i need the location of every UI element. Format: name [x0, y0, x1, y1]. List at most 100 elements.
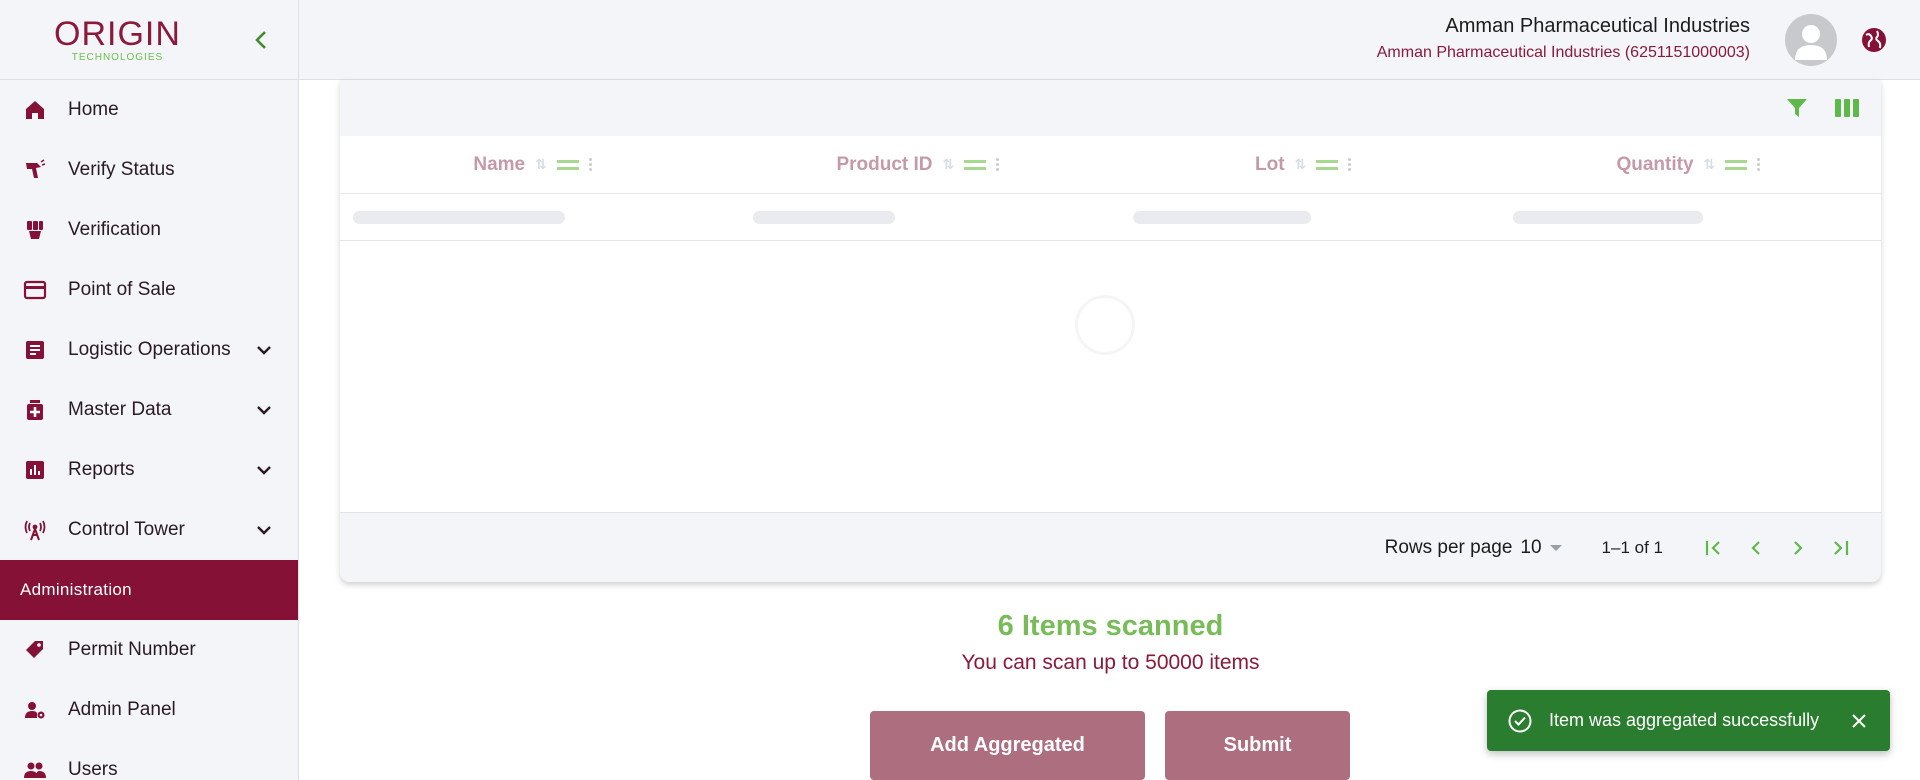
scanned-items-table: Name ⇅ Product ID ⇅ Lot ⇅ Quantity ⇅ Row…: [340, 80, 1881, 582]
avatar[interactable]: [1785, 14, 1837, 66]
sidebar-item-label: Reports: [68, 459, 135, 480]
column-title: Lot: [1254, 153, 1285, 175]
rows-per-page-label: Rows per page: [1384, 536, 1513, 558]
sidebar-item-label: Verify Status: [68, 159, 175, 180]
table-pagination: Rows per page 10 1–1 of 1: [340, 512, 1881, 582]
first-page-button[interactable]: [1693, 527, 1735, 569]
scan-limit-note: You can scan up to 50000 items: [961, 651, 1260, 674]
sidebar-item-label: Users: [68, 759, 118, 780]
next-page-button[interactable]: [1777, 527, 1819, 569]
rows-per-page-select[interactable]: 10: [1520, 536, 1562, 559]
sidebar-item-home[interactable]: Home: [0, 80, 298, 140]
sidebar-item-verify-status[interactable]: Verify Status: [0, 140, 298, 200]
sidebar-section-administration[interactable]: Administration: [0, 560, 298, 620]
drag-handle-icon[interactable]: [1725, 159, 1748, 170]
sort-icon[interactable]: ⇅: [1295, 156, 1307, 173]
verification-icon: [20, 215, 50, 245]
column-title: Name: [473, 153, 526, 175]
sort-icon[interactable]: ⇅: [1704, 156, 1716, 173]
chevron-down-icon[interactable]: [254, 520, 274, 540]
sidebar: ORIGIN TECHNOLOGIES Home Verify Status V…: [0, 0, 299, 780]
sidebar-item-master-data[interactable]: Master Data: [0, 380, 298, 440]
sidebar-item-users[interactable]: Users: [0, 740, 298, 780]
column-header-product-id[interactable]: Product ID ⇅: [725, 136, 1110, 193]
sort-icon[interactable]: ⇅: [943, 156, 955, 173]
chevron-down-icon[interactable]: [254, 460, 274, 480]
drag-handle-icon[interactable]: [964, 159, 987, 170]
sidebar-nav: Home Verify Status Verification Point of…: [0, 80, 298, 780]
column-header-lot[interactable]: Lot ⇅: [1111, 136, 1496, 193]
sidebar-item-logistic-operations[interactable]: Logistic Operations: [0, 320, 298, 380]
filter-button[interactable]: [1781, 92, 1813, 124]
sidebar-item-label: Verification: [68, 219, 161, 240]
rows-per-page-value: 10: [1520, 536, 1542, 558]
sidebar-item-control-tower[interactable]: Control Tower: [0, 500, 298, 560]
skeleton-cell: [753, 211, 895, 224]
skeleton-cell: [1133, 211, 1311, 224]
medical-box-icon: [20, 395, 50, 425]
sidebar-item-label: Permit Number: [68, 639, 196, 660]
column-menu-icon[interactable]: [996, 158, 1000, 171]
view-columns-icon: [1835, 99, 1859, 117]
chevron-left-icon: [1751, 540, 1760, 555]
chevron-right-icon: [1794, 540, 1803, 555]
drag-handle-icon[interactable]: [1316, 159, 1339, 170]
sidebar-section-label: Administration: [20, 580, 132, 599]
columns-button[interactable]: [1831, 92, 1863, 124]
last-page-button[interactable]: [1819, 527, 1861, 569]
chevron-down-icon[interactable]: [254, 400, 274, 420]
sidebar-item-admin-panel[interactable]: Admin Panel: [0, 680, 298, 740]
sidebar-item-verification[interactable]: Verification: [0, 200, 298, 260]
column-menu-icon[interactable]: [588, 158, 592, 171]
sort-icon[interactable]: ⇅: [535, 156, 547, 173]
loading-spinner: [1075, 295, 1135, 355]
pagination-range: 1–1 of 1: [1601, 537, 1663, 557]
sidebar-item-point-of-sale[interactable]: Point of Sale: [0, 260, 298, 320]
top-header: Amman Pharmaceutical Industries Amman Ph…: [299, 0, 1920, 80]
user-icon: [1795, 25, 1827, 60]
skeleton-cell: [353, 211, 565, 224]
user-organization: Amman Pharmaceutical Industries (6251151…: [1376, 44, 1750, 61]
document-icon: [20, 335, 50, 365]
previous-page-button[interactable]: [1735, 527, 1777, 569]
table-row-loading: [340, 194, 1881, 241]
sidebar-item-label: Home: [68, 99, 119, 120]
close-toast-button[interactable]: [1848, 710, 1870, 732]
success-toast: Item was aggregated successfully: [1487, 690, 1890, 751]
bar-chart-icon: [20, 455, 50, 485]
skeleton-cell: [1513, 211, 1703, 224]
logo-subtext: TECHNOLOGIES: [71, 51, 164, 63]
sidebar-item-label: Point of Sale: [68, 279, 176, 300]
sidebar-item-label: Control Tower: [68, 519, 185, 540]
user-info: Amman Pharmaceutical Industries Amman Ph…: [1377, 15, 1750, 62]
scan-gun-icon: [20, 155, 50, 185]
chevron-down-icon[interactable]: [254, 340, 274, 360]
items-scanned-count: 6 Items scanned: [997, 610, 1224, 642]
antenna-icon: [20, 515, 50, 545]
credit-card-icon: [20, 275, 50, 305]
column-title: Product ID: [836, 153, 933, 175]
dropdown-caret-icon: [1549, 544, 1562, 551]
column-header-quantity[interactable]: Quantity ⇅: [1496, 136, 1881, 193]
collapse-sidebar-icon[interactable]: [254, 30, 268, 50]
column-header-name[interactable]: Name ⇅: [340, 136, 725, 193]
add-aggregated-button[interactable]: Add Aggregated: [870, 711, 1145, 780]
sidebar-item-permit-number[interactable]: Permit Number: [0, 620, 298, 680]
submit-button[interactable]: Submit: [1165, 711, 1350, 780]
logo-text: ORIGIN: [54, 14, 181, 53]
column-menu-icon[interactable]: [1348, 158, 1352, 171]
drag-handle-icon[interactable]: [556, 159, 579, 170]
column-title: Quantity: [1616, 153, 1694, 175]
close-icon: [1852, 713, 1866, 728]
globe-icon[interactable]: [1860, 26, 1888, 54]
sidebar-item-label: Admin Panel: [68, 699, 176, 720]
rows-per-page: Rows per page 10: [1385, 537, 1562, 559]
table-toolbar: [340, 80, 1881, 136]
sidebar-item-reports[interactable]: Reports: [0, 440, 298, 500]
last-page-icon: [1834, 540, 1849, 555]
check-circle-icon: [1508, 709, 1532, 732]
origin-logo[interactable]: ORIGIN TECHNOLOGIES: [54, 17, 181, 63]
users-icon: [20, 755, 50, 780]
column-menu-icon[interactable]: [1757, 158, 1761, 171]
sidebar-item-label: Master Data: [68, 399, 172, 420]
